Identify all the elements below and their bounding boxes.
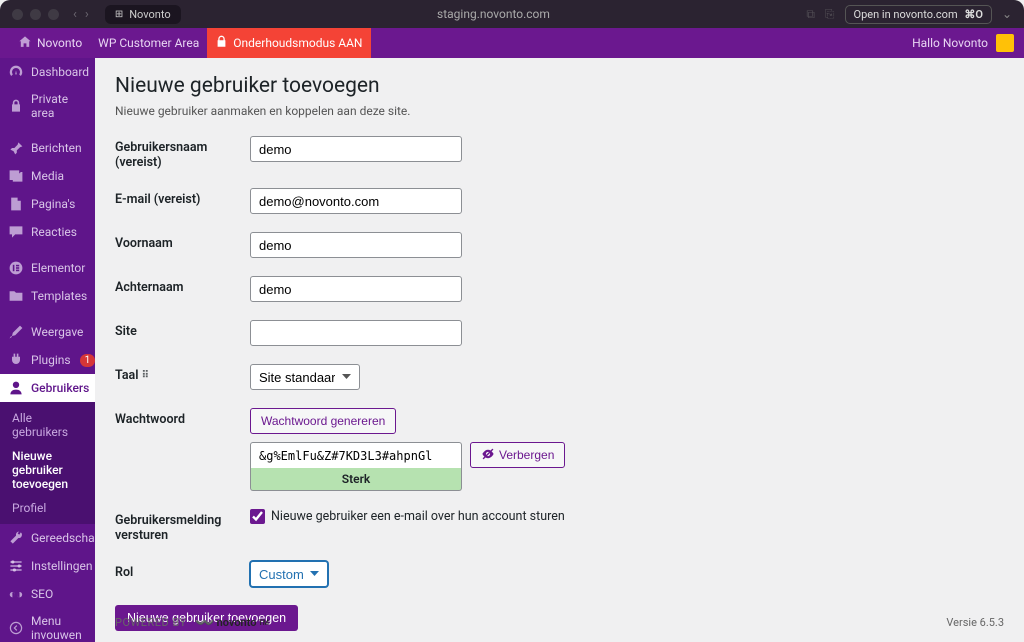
tab-pill[interactable]: ⊞ Novonto [105,5,181,24]
pip-icon[interactable]: ⧉ [806,7,815,22]
site-label: Site [115,320,250,339]
adminbar-greeting[interactable]: Hallo Novonto [912,36,988,50]
firstname-label: Voornaam [115,232,250,251]
lastname-label: Achternaam [115,276,250,295]
version-label: Versie 6.5.3 [946,616,1004,629]
elementor-icon [8,260,24,276]
menu-comments[interactable]: Reacties [0,218,95,246]
home-icon [18,35,32,52]
content-area: Nieuwe gebruiker toevoegen Nieuwe gebrui… [95,58,1024,642]
role-select[interactable]: Customer [250,561,328,587]
maximize-window[interactable] [48,9,59,20]
username-label: Gebruikersnaam (vereist) [115,136,250,170]
lock-icon [8,98,24,114]
submenu-new-user[interactable]: Nieuwe gebruiker toevoegen [0,444,95,496]
page-icon [8,196,24,212]
address-bar[interactable]: staging.novonto.com [189,7,799,21]
menu-collapse[interactable]: Menu invouwen [0,608,95,642]
username-input[interactable] [250,136,462,162]
powered-by-label: POWERED BY [115,616,187,629]
menu-dashboard[interactable]: Dashboard [0,58,95,86]
hide-password-button[interactable]: Verbergen [470,442,565,468]
notify-checkbox[interactable] [250,509,265,524]
eye-slash-icon [481,447,495,464]
footer: POWERED BY 〰️ novonto TM Versie 6.5.3 [115,613,1004,632]
menu-pages[interactable]: Pagina's [0,190,95,218]
collapse-icon [8,620,24,636]
submenu-profile[interactable]: Profiel [0,496,95,520]
user-icon [8,380,24,396]
password-label: Wachtwoord [115,408,250,427]
close-window[interactable] [12,9,23,20]
menu-icon[interactable]: ⌄ [1002,7,1012,21]
menu-tools[interactable]: Gereedschap [0,524,95,552]
role-label: Rol [115,561,250,580]
adminbar-customer-area[interactable]: WP Customer Area [90,28,207,58]
window-controls [12,9,59,20]
menu-private-area[interactable]: Private area [0,86,95,126]
lock-icon [215,35,228,51]
adminbar-site[interactable]: Novonto [10,28,90,58]
menu-media[interactable]: Media [0,162,95,190]
nav-arrows: ‹ › [73,7,89,22]
admin-sidebar: Dashboard Private area Berichten Media P… [0,58,95,642]
sliders-icon [8,558,24,574]
adminbar-maintenance[interactable]: Onderhoudsmodus AAN [207,28,370,58]
firstname-input[interactable] [250,232,462,258]
link-icon[interactable]: ⎘ [825,7,835,22]
plug-icon [8,352,24,368]
submenu-all-users[interactable]: Alle gebruikers [0,406,95,444]
email-label: E-mail (vereist) [115,188,250,207]
wrench-icon [8,530,24,546]
menu-appearance[interactable]: Weergave [0,318,95,346]
notify-label: Gebruikersmelding versturen [115,509,250,543]
minimize-window[interactable] [30,9,41,20]
dashboard-icon [8,64,24,80]
tab-label: Novonto [129,8,170,21]
menu-posts[interactable]: Berichten [0,134,95,162]
translate-icon: ⠿ [142,370,149,381]
folder-icon [8,288,24,304]
email-input[interactable] [250,188,462,214]
brush-icon [8,324,24,340]
back-icon[interactable]: ‹ [73,7,77,22]
language-label: Taal ⠿ [115,364,250,383]
seo-icon: ◐◑ [8,586,24,602]
forward-icon[interactable]: › [85,7,89,22]
menu-settings[interactable]: Instellingen [0,552,95,580]
media-icon [8,168,24,184]
menu-templates[interactable]: Templates [0,282,95,310]
lastname-input[interactable] [250,276,462,302]
menu-plugins[interactable]: Plugins 1 [0,346,95,374]
notify-text: Nieuwe gebruiker een e-mail over hun acc… [271,509,565,524]
password-strength: Sterk [250,468,462,491]
comment-icon [8,224,24,240]
menu-users[interactable]: Gebruikers [0,374,95,402]
users-submenu: Alle gebruikers Nieuwe gebruiker toevoeg… [0,402,95,524]
avatar[interactable] [996,34,1014,52]
password-input[interactable] [250,442,462,468]
pin-icon [8,140,24,156]
site-input[interactable] [250,320,462,346]
menu-elementor[interactable]: Elementor [0,254,95,282]
logo-icon: 〰️ [195,613,215,632]
plugin-update-badge: 1 [80,354,95,367]
shield-icon: ⊞ [115,9,123,20]
language-select[interactable]: Site standaard [250,364,360,390]
browser-chrome: ‹ › ⊞ Novonto staging.novonto.com ⧉ ⎘ Op… [0,0,1024,28]
brand-logo: 〰️ novonto TM [195,613,269,632]
page-description: Nieuwe gebruiker aanmaken en koppelen aa… [115,104,1004,118]
wp-admin-bar: Novonto WP Customer Area Onderhoudsmodus… [0,28,1024,58]
menu-seo[interactable]: ◐◑ SEO [0,580,95,608]
page-title: Nieuwe gebruiker toevoegen [115,74,1004,98]
open-in-badge[interactable]: Open in novonto.com ⌘O [845,5,992,24]
generate-password-button[interactable]: Wachtwoord genereren [250,408,396,434]
